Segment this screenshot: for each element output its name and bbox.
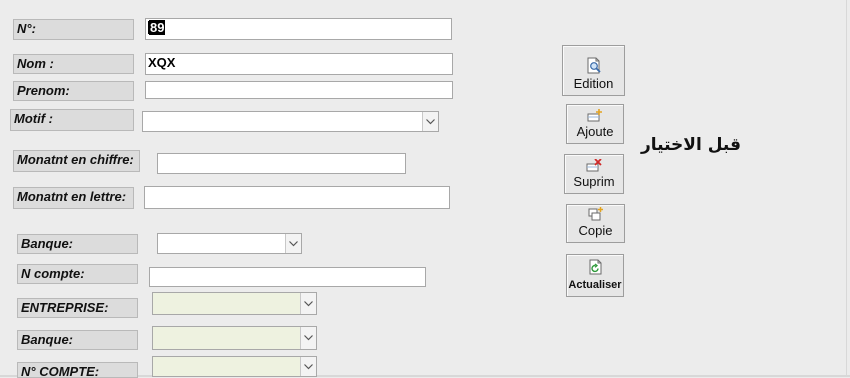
prenom-label: Prenom: (13, 81, 134, 101)
window-frame-right (846, 0, 847, 377)
refresh-icon (589, 259, 601, 275)
prenom-field[interactable] (145, 81, 453, 99)
banque2-label: Banque: (17, 330, 138, 350)
entreprise-combobox[interactable] (152, 292, 317, 315)
n-compte2-label: N° COMPTE: (17, 362, 138, 378)
edition-button[interactable]: Edition (562, 45, 625, 96)
chevron-down-icon[interactable] (422, 112, 438, 131)
actualiser-button-label: Actualiser (568, 279, 622, 291)
montant-lettre-label: Monatnt en lettre: (13, 187, 134, 209)
edition-button-label: Edition (573, 76, 614, 91)
chevron-down-icon[interactable] (285, 234, 301, 253)
chevron-down-icon[interactable] (300, 357, 316, 376)
n-compte-field[interactable] (149, 267, 426, 287)
numero-label: N°: (13, 19, 134, 40)
banque-label: Banque: (17, 234, 138, 254)
print-preview-icon (587, 57, 601, 74)
suprim-button[interactable]: Suprim (564, 154, 624, 194)
copy-record-icon (588, 207, 603, 221)
motif-combobox[interactable] (142, 111, 439, 132)
numero-selected-text: 89 (149, 20, 166, 35)
chevron-down-icon[interactable] (300, 293, 316, 314)
montant-chiffre-label: Monatnt en chiffre: (13, 150, 140, 172)
nom-field[interactable]: XQX (145, 53, 453, 75)
copie-button[interactable]: Copie (566, 204, 625, 243)
delete-record-icon (586, 159, 602, 172)
arabic-note: قبل الاختيار (641, 135, 741, 155)
n-compte-label: N compte: (17, 264, 138, 284)
actualiser-button[interactable]: Actualiser (566, 254, 624, 297)
ajoute-button-label: Ajoute (576, 124, 614, 139)
nom-label: Nom : (13, 54, 134, 74)
suprim-button-label: Suprim (573, 174, 615, 189)
add-record-icon (587, 109, 602, 122)
chevron-down-icon[interactable] (300, 327, 316, 349)
numero-field[interactable]: 89 (145, 18, 452, 40)
entreprise-label: ENTREPRISE: (17, 298, 138, 318)
copie-button-label: Copie (578, 223, 613, 238)
banque-combobox[interactable] (157, 233, 302, 254)
banque2-combobox[interactable] (152, 326, 317, 350)
motif-label: Motif : (10, 109, 134, 131)
ajoute-button[interactable]: Ajoute (566, 104, 624, 144)
montant-chiffre-field[interactable] (157, 153, 406, 174)
n-compte2-combobox[interactable] (152, 356, 317, 377)
montant-lettre-field[interactable] (144, 186, 450, 209)
